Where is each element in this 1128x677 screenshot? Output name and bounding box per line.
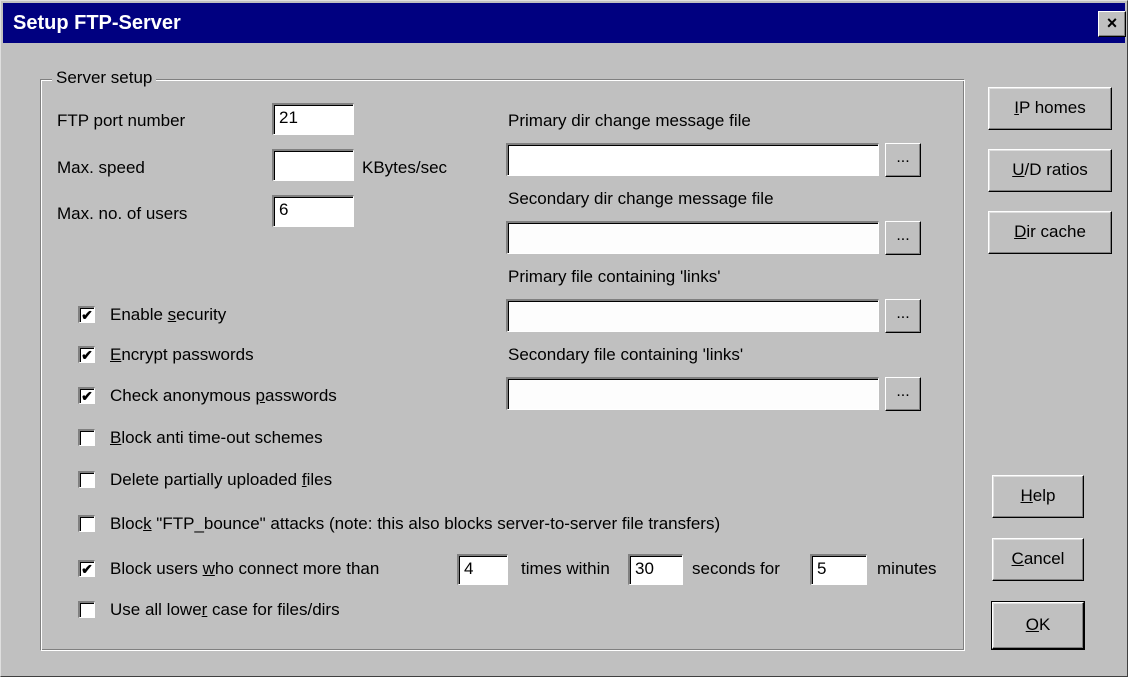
lower-case-label: Use all lower case for files/dirs: [110, 600, 340, 619]
close-button[interactable]: ×: [1098, 11, 1126, 37]
seconds-for-label: seconds for: [692, 559, 780, 578]
delete-partial-uploads-checkbox[interactable]: [78, 471, 95, 488]
primary-links-browse-button[interactable]: ...: [885, 299, 921, 333]
ud-ratios-button[interactable]: U/D ratios: [988, 149, 1112, 192]
block-ftp-bounce-checkbox[interactable]: [78, 515, 95, 532]
primary-dir-browse-button[interactable]: ...: [885, 143, 921, 177]
block-ftp-bounce-label: Block "FTP_bounce" attacks (note: this a…: [110, 514, 721, 533]
ftp-port-input[interactable]: 21: [272, 103, 354, 135]
cancel-button[interactable]: Cancel: [992, 538, 1084, 581]
block-seconds-input[interactable]: 30: [628, 554, 683, 585]
dialog-title: Setup FTP-Server: [13, 12, 181, 34]
check-anonymous-passwords-checkbox[interactable]: [78, 387, 95, 404]
block-users-checkbox[interactable]: [78, 560, 95, 577]
ok-button[interactable]: OK: [991, 601, 1085, 650]
block-minutes-input[interactable]: 5: [810, 554, 867, 585]
block-times-input[interactable]: 4: [457, 554, 508, 585]
secondary-links-browse-button[interactable]: ...: [885, 377, 921, 411]
check-anonymous-passwords-label: Check anonymous passwords: [110, 386, 337, 405]
minutes-label: minutes: [877, 559, 937, 578]
primary-links-label: Primary file containing 'links': [508, 267, 721, 286]
setup-ftp-server-dialog: Setup FTP-Server × Server setup FTP port…: [0, 0, 1128, 677]
server-setup-legend: Server setup: [52, 68, 157, 88]
enable-security-label: Enable security: [110, 305, 227, 324]
secondary-links-label: Secondary file containing 'links': [508, 345, 744, 364]
primary-dir-message-label: Primary dir change message file: [508, 111, 751, 130]
encrypt-passwords-label: Encrypt passwords: [110, 345, 254, 364]
primary-dir-message-input[interactable]: [506, 143, 879, 176]
max-users-label: Max. no. of users: [57, 204, 188, 223]
delete-partial-uploads-label: Delete partially uploaded files: [110, 470, 333, 489]
max-speed-input[interactable]: [272, 149, 354, 181]
times-within-label: times within: [521, 559, 610, 578]
block-anti-timeout-label: Block anti time-out schemes: [110, 428, 323, 447]
encrypt-passwords-checkbox[interactable]: [78, 346, 95, 363]
ip-homes-button[interactable]: IP homes: [988, 87, 1112, 130]
title-bar[interactable]: Setup FTP-Server ×: [3, 3, 1126, 43]
secondary-dir-message-label: Secondary dir change message file: [508, 189, 774, 208]
max-speed-unit: KBytes/sec: [362, 158, 448, 177]
secondary-dir-browse-button[interactable]: ...: [885, 221, 921, 255]
lower-case-checkbox[interactable]: [78, 601, 95, 618]
max-speed-label: Max. speed: [57, 158, 145, 177]
enable-security-checkbox[interactable]: [78, 306, 95, 323]
secondary-links-input[interactable]: [506, 377, 879, 410]
dir-cache-button[interactable]: Dir cache: [988, 211, 1112, 254]
close-icon: ×: [1106, 13, 1118, 33]
help-button[interactable]: Help: [992, 475, 1084, 518]
primary-links-input[interactable]: [506, 299, 879, 332]
block-anti-timeout-checkbox[interactable]: [78, 429, 95, 446]
max-users-input[interactable]: 6: [272, 195, 354, 227]
ftp-port-label: FTP port number: [57, 111, 186, 130]
secondary-dir-message-input[interactable]: [506, 221, 879, 254]
block-users-label: Block users who connect more than: [110, 559, 380, 578]
